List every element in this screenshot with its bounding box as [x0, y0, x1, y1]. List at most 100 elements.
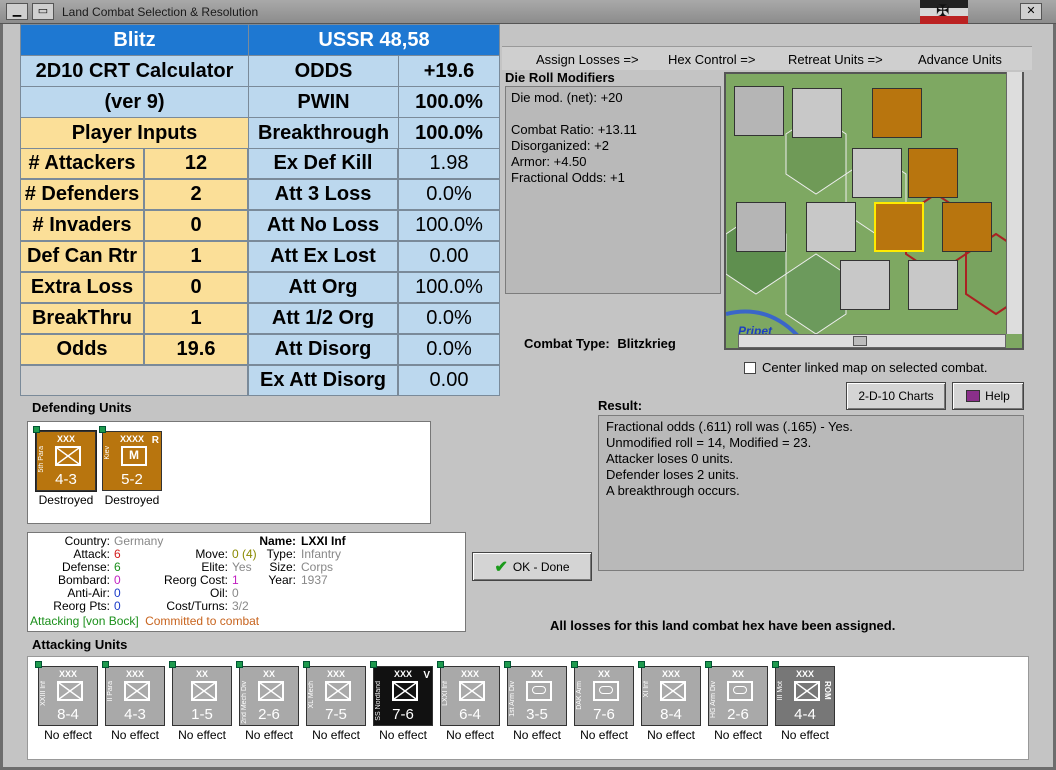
- unit-counter[interactable]: XXX XXIII Inf 8-4: [35, 661, 98, 726]
- map-unit-selected[interactable]: [874, 202, 924, 252]
- unit-counter[interactable]: XXX SS Nordland 7-6 V: [370, 661, 433, 726]
- result-value: 0.00: [398, 241, 500, 272]
- help-button[interactable]: Help: [952, 382, 1024, 410]
- unit-size: XXX: [795, 669, 814, 679]
- player-input-row: # Invaders 0: [20, 210, 248, 241]
- unit-strength: 8-4: [660, 706, 682, 723]
- unit-counter-slot[interactable]: XXXX Kiev M 5-2 R Destroyed: [99, 426, 162, 521]
- unit-size: XX: [262, 669, 275, 679]
- unit-counter-slot[interactable]: XXX XL Mech 7-5 No effect: [303, 661, 366, 756]
- input-value[interactable]: 12: [144, 148, 248, 179]
- charts-button-label: 2-D-10 Charts: [858, 389, 934, 403]
- unit-counter[interactable]: XXX III Mot 4-4 ROM: [772, 661, 835, 726]
- result-label: Breakthrough: [248, 117, 399, 149]
- unit-counter[interactable]: XX HG Arm Div 2-6: [705, 661, 768, 726]
- result-value: 100.0%: [398, 210, 500, 241]
- crt-right-title: USSR 48,58: [248, 24, 500, 56]
- unit-counter[interactable]: XXX LXXI Inf 6-4: [437, 661, 500, 726]
- map-unit[interactable]: [806, 202, 856, 252]
- input-label: Def Can Rtr: [20, 241, 144, 272]
- text-line: A breakthrough occurs.: [606, 483, 740, 498]
- map-vertical-scrollbar[interactable]: [1006, 72, 1022, 334]
- unit-counter[interactable]: XX 1st Arm Div 3-5: [504, 661, 567, 726]
- result-label: Ex Def Kill: [248, 148, 398, 179]
- map-unit[interactable]: [792, 88, 842, 138]
- phase-hex-control[interactable]: Hex Control =>: [668, 52, 755, 67]
- unit-counter-slot[interactable]: XXX LXXI Inf 6-4 No effect: [437, 661, 500, 756]
- map-horizontal-scrollbar[interactable]: [738, 334, 1006, 348]
- minimize-icon[interactable]: ▁: [6, 3, 28, 20]
- unit-flag: R: [151, 435, 159, 446]
- unit-status: No effect: [446, 728, 494, 742]
- unit-counter-slot[interactable]: XX 2nd Mech Div 2-6 No effect: [236, 661, 299, 756]
- unit-counter-slot[interactable]: XX 1st Arm Div 3-5 No effect: [504, 661, 567, 756]
- text-line: Fractional odds (.611) roll was (.165) -…: [606, 419, 853, 434]
- unit-counter-slot[interactable]: XXX II Para 4-3 No effect: [102, 661, 165, 756]
- armor-symbol-icon: [593, 681, 619, 701]
- unit-counter-slot[interactable]: XXX III Mot 4-4 ROM No effect: [772, 661, 835, 756]
- input-value[interactable]: 0: [144, 272, 248, 303]
- close-icon[interactable]: ✕: [1020, 3, 1042, 20]
- combat-map[interactable]: Pripet: [724, 72, 1024, 350]
- scroll-thumb[interactable]: [853, 336, 867, 346]
- unit-counter[interactable]: XXX XI Inf 8-4: [638, 661, 701, 726]
- unit-counter-slot[interactable]: XXX XI Inf 8-4 No effect: [638, 661, 701, 756]
- unit-counter-slot[interactable]: XX HG Arm Div 2-6 No effect: [705, 661, 768, 756]
- unit-counter-slot[interactable]: XXX SS Nordland 7-6 V No effect: [370, 661, 433, 756]
- unit-counter[interactable]: XXX II Para 4-3: [102, 661, 165, 726]
- phase-bar: Assign Losses => Hex Control => Retreat …: [502, 46, 1032, 70]
- input-label: # Attackers: [20, 148, 144, 179]
- center-map-option[interactable]: Center linked map on selected combat.: [744, 360, 987, 375]
- defending-title: Defending Units: [32, 400, 132, 415]
- unit-size: XXX: [125, 669, 144, 679]
- ok-done-button[interactable]: ✔ OK - Done: [472, 552, 592, 581]
- die-roll-panel: Die mod. (net): +20 Combat Ratio: +13.11…: [505, 86, 721, 294]
- map-unit[interactable]: [840, 260, 890, 310]
- unit-counter-slot[interactable]: XXX 5th Para 4-3 Destroyed: [33, 426, 97, 521]
- result-value: +19.6: [398, 55, 500, 87]
- phase-advance-units[interactable]: Advance Units: [918, 52, 1002, 67]
- map-unit[interactable]: [942, 202, 992, 252]
- phase-assign-losses[interactable]: Assign Losses =>: [536, 52, 639, 67]
- unit-size: XXX: [56, 434, 75, 444]
- unit-counter-slot[interactable]: XXX XXIII Inf 8-4 No effect: [35, 661, 98, 756]
- infantry-symbol-icon: [392, 681, 418, 701]
- unit-counter[interactable]: XX DAK Arm 7-6: [571, 661, 634, 726]
- map-unit[interactable]: [736, 202, 786, 252]
- unit-counter-slot[interactable]: XX DAK Arm 7-6 No effect: [571, 661, 634, 756]
- unit-size: XXX: [460, 669, 479, 679]
- map-unit[interactable]: [852, 148, 902, 198]
- player-input-row: Def Can Rtr 1: [20, 241, 248, 272]
- result-value: 0.0%: [398, 303, 500, 334]
- unit-counter[interactable]: XXXX Kiev M 5-2 R: [99, 426, 162, 491]
- unit-status: No effect: [580, 728, 628, 742]
- map-unit[interactable]: [908, 148, 958, 198]
- unit-counter[interactable]: XX 2nd Mech Div 2-6: [236, 661, 299, 726]
- result-row: Att Org 100.0%: [248, 272, 500, 303]
- map-unit[interactable]: [872, 88, 922, 138]
- status-dot-icon: [772, 661, 779, 668]
- center-map-checkbox[interactable]: [744, 361, 756, 374]
- infantry-symbol-icon: [325, 681, 351, 701]
- unit-counter[interactable]: XX 1-5: [169, 661, 232, 726]
- unit-counter[interactable]: XXX XL Mech 7-5: [303, 661, 366, 726]
- player-inputs-header: Player Inputs: [20, 117, 249, 149]
- defending-panel: XXX 5th Para 4-3 Destroyed XXXX Kiev M 5-2 R Dest…: [27, 421, 431, 524]
- unit-size: XXX: [58, 669, 77, 679]
- map-unit[interactable]: [734, 86, 784, 136]
- phase-retreat-units[interactable]: Retreat Units =>: [788, 52, 883, 67]
- input-value[interactable]: 0: [144, 210, 248, 241]
- map-unit[interactable]: [908, 260, 958, 310]
- unit-counter[interactable]: XXX 5th Para 4-3: [33, 426, 97, 492]
- unit-strength: 4-3: [55, 471, 77, 488]
- input-value[interactable]: 1: [144, 241, 248, 272]
- restore-icon[interactable]: ▭: [32, 3, 54, 20]
- unit-status: No effect: [647, 728, 695, 742]
- unit-name: XI Inf: [643, 681, 650, 698]
- unit-counter-slot[interactable]: XX 1-5 No effect: [169, 661, 232, 756]
- input-value[interactable]: 1: [144, 303, 248, 334]
- armor-symbol-icon: [727, 681, 753, 701]
- charts-button[interactable]: 2-D-10 Charts: [846, 382, 946, 410]
- input-value[interactable]: 19.6: [144, 334, 248, 365]
- input-value[interactable]: 2: [144, 179, 248, 210]
